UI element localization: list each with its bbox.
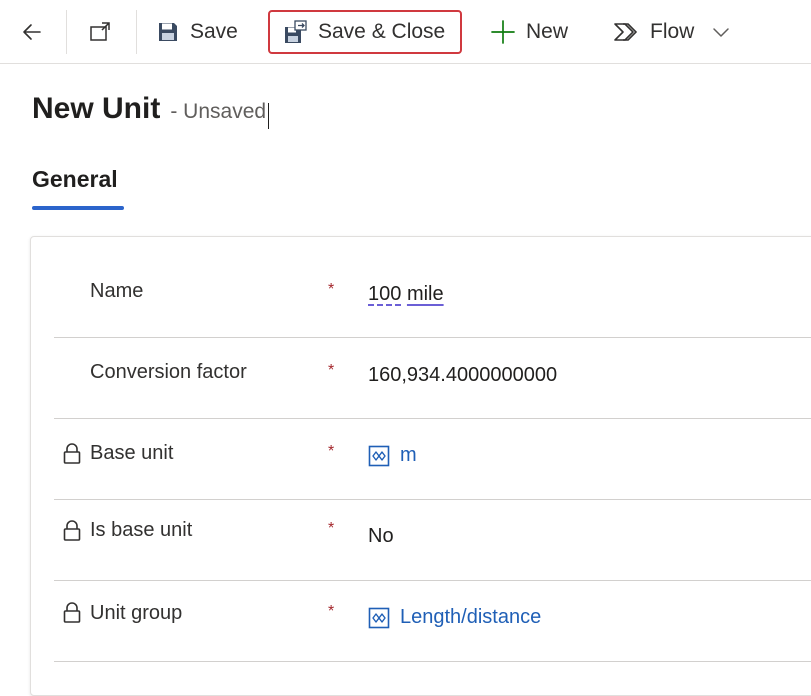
field-row-unit-group: Unit group * Length/distance: [54, 581, 811, 662]
save-status: - Unsaved: [170, 100, 267, 123]
save-and-close-button[interactable]: Save & Close: [268, 10, 462, 54]
field-label-unit-group: Unit group: [90, 602, 183, 624]
name-value-part-unit: mile: [406, 283, 444, 305]
required-marker: *: [328, 603, 335, 620]
field-row-name: Name * 100 mile: [54, 257, 811, 338]
open-in-new-window-button[interactable]: [82, 10, 118, 54]
arrow-left-icon: [23, 24, 41, 40]
field-label-conversion-factor: Conversion factor: [90, 361, 247, 383]
field-value-is-base-unit[interactable]: No: [368, 525, 394, 548]
base-unit-link[interactable]: m: [400, 444, 417, 467]
field-value-conversion-factor[interactable]: 160,934.4000000000: [368, 364, 557, 387]
back-button[interactable]: [14, 10, 50, 54]
command-separator: [66, 10, 67, 54]
open-in-new-window-icon: [90, 22, 110, 41]
field-row-conversion-factor: Conversion factor * 160,934.4000000000: [54, 338, 811, 419]
lock-icon: [63, 443, 81, 464]
lock-icon: [63, 602, 81, 623]
save-button-label: Save: [190, 20, 238, 43]
chevron-down-icon[interactable]: [712, 26, 730, 38]
save-and-close-icon: [285, 20, 307, 43]
unit-group-link[interactable]: Length/distance: [400, 606, 541, 629]
entity-lookup-icon: [368, 445, 390, 466]
page-title: New Unit: [32, 92, 161, 125]
text-cursor: [268, 103, 270, 129]
field-label-is-base-unit: Is base unit: [90, 519, 193, 541]
plus-icon: [491, 20, 515, 44]
record-header: New Unit - Unsaved: [32, 92, 270, 132]
floppy-disk-icon: [159, 23, 177, 41]
lock-icon: [63, 520, 81, 541]
save-and-close-button-label: Save & Close: [318, 20, 446, 43]
field-label-name: Name: [90, 280, 144, 302]
tab-selected-indicator: [32, 206, 124, 210]
command-separator: [136, 10, 137, 54]
command-bar: Save Save & Close New Flow: [0, 0, 811, 64]
required-marker: *: [328, 362, 335, 379]
new-button[interactable]: New: [490, 10, 582, 54]
field-value-unit-group[interactable]: Length/distance: [368, 606, 541, 629]
required-marker: *: [328, 520, 335, 537]
field-value-base-unit[interactable]: m: [368, 444, 417, 467]
power-automate-icon: [614, 23, 637, 41]
new-button-label: New: [526, 20, 569, 43]
required-marker: *: [328, 281, 335, 298]
field-row-base-unit: Base unit * m: [54, 419, 811, 500]
name-value-part-number: 100: [368, 283, 402, 305]
field-label-base-unit: Base unit: [90, 442, 174, 464]
field-value-name[interactable]: 100 mile: [368, 283, 444, 306]
field-row-is-base-unit: Is base unit * No: [54, 500, 811, 581]
flow-button[interactable]: Flow: [612, 10, 752, 54]
required-marker: *: [328, 443, 335, 460]
entity-lookup-icon: [368, 607, 390, 628]
save-button[interactable]: Save: [156, 10, 256, 54]
flow-button-label: Flow: [650, 20, 695, 43]
